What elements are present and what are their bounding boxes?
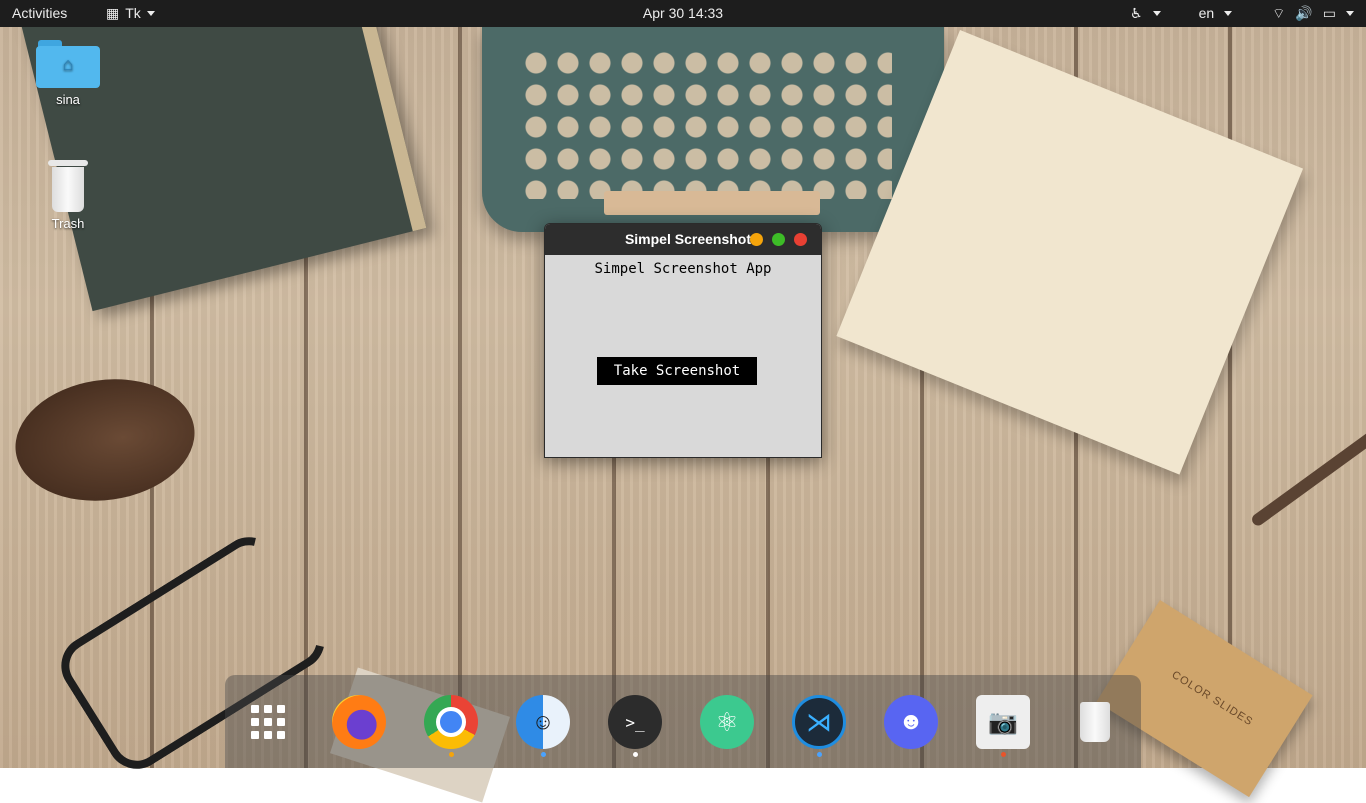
app-window: Simpel Screenshot Simpel Screenshot App … <box>544 223 822 458</box>
dock-item-chrome[interactable] <box>424 695 478 749</box>
accessibility-icon[interactable]: ♿ <box>1130 0 1143 27</box>
running-indicator <box>817 752 822 757</box>
maximize-button[interactable] <box>772 233 785 246</box>
app-heading: Simpel Screenshot App <box>594 261 772 277</box>
top-bar: Activities ▦ Tk Apr 30 14:33 ♿ en ⌔ 🔊 ▭ <box>0 0 1366 27</box>
finder-icon: ☺ <box>531 709 555 734</box>
dock-item-firefox[interactable] <box>332 695 386 749</box>
chevron-down-icon <box>1346 11 1354 16</box>
dock-item-trash[interactable] <box>1068 695 1122 749</box>
desktop-icon-label: sina <box>56 92 80 107</box>
discord-icon: ☻ <box>898 708 924 735</box>
system-tray[interactable]: ♿ en ⌔ 🔊 ▭ <box>1130 0 1354 27</box>
window-title: Simpel Screenshot <box>624 231 751 247</box>
running-indicator <box>1001 752 1006 757</box>
window-titlebar[interactable]: Simpel Screenshot <box>545 224 821 255</box>
language-indicator[interactable]: en <box>1199 0 1215 27</box>
wallpaper-typewriter <box>482 27 944 232</box>
slide-box-label: COLOR SLIDES <box>1169 668 1256 729</box>
dock-item-atom[interactable]: ⚛ <box>700 695 754 749</box>
dock: ☺ >_ ⚛ ⋊ ☻ 📷 <box>225 675 1141 768</box>
show-applications-button[interactable] <box>241 695 295 749</box>
volume-icon[interactable]: 🔊 <box>1295 0 1312 27</box>
desktop-icon-label: Trash <box>51 216 85 231</box>
take-screenshot-button[interactable]: Take Screenshot <box>597 357 757 385</box>
dock-item-vscode[interactable]: ⋊ <box>792 695 846 749</box>
minimize-button[interactable] <box>750 233 763 246</box>
dock-item-files[interactable]: ☺ <box>516 695 570 749</box>
vscode-icon: ⋊ <box>806 706 832 737</box>
grid-icon <box>251 705 285 739</box>
dock-item-screenshot[interactable]: 📷 <box>976 695 1030 749</box>
desktop-icon-home[interactable]: ⌂ sina <box>28 40 108 107</box>
screenshot-app-icon: 📷 <box>988 708 1018 736</box>
close-button[interactable] <box>794 233 807 246</box>
wifi-icon[interactable]: ⌔ <box>1272 0 1285 27</box>
trash-icon <box>1080 702 1110 742</box>
home-folder-icon: ⌂ <box>36 40 100 88</box>
terminal-icon: >_ <box>625 712 645 732</box>
running-indicator <box>541 752 546 757</box>
desktop-icon-trash[interactable]: Trash <box>28 160 108 231</box>
battery-icon[interactable]: ▭ <box>1323 0 1336 27</box>
chevron-down-icon <box>1152 11 1161 16</box>
chevron-down-icon <box>1224 11 1233 16</box>
wallpaper-pinecone <box>7 368 203 512</box>
atom-icon: ⚛ <box>715 706 739 737</box>
wallpaper-stick <box>1249 424 1366 528</box>
dock-item-terminal[interactable]: >_ <box>608 695 662 749</box>
trash-icon <box>48 160 88 212</box>
running-indicator <box>449 752 454 757</box>
chrome-icon <box>436 707 466 737</box>
running-indicator <box>633 752 638 757</box>
dock-item-discord[interactable]: ☻ <box>884 695 938 749</box>
